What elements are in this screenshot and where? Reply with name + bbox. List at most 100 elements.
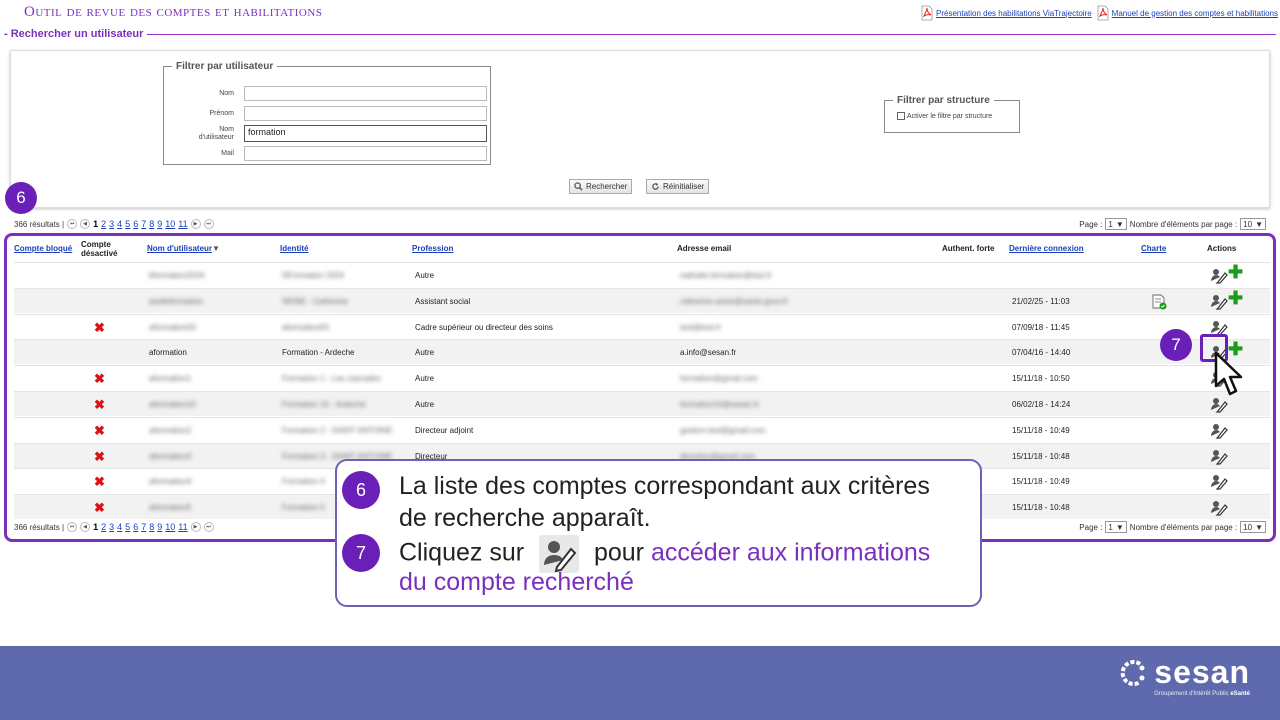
page-number-link[interactable]: 11 <box>178 219 187 229</box>
nom-row: Nom <box>174 86 487 101</box>
sesan-logo-icon <box>1120 659 1145 686</box>
step-6-callout-badge: 6 <box>342 471 380 509</box>
section-title[interactable]: - Rechercher un utilisateur <box>4 28 148 40</box>
cell-username: aformation1 <box>149 374 192 384</box>
step-7-badge: 7 <box>1160 329 1192 361</box>
page-number-link[interactable]: 6 <box>133 219 138 229</box>
first-page-icon[interactable]: ⏮ <box>67 522 78 532</box>
page-number-link[interactable]: 11 <box>178 522 187 532</box>
cell-identite: NFormation 2024 <box>282 271 344 280</box>
page-number-link[interactable]: 7 <box>141 522 146 532</box>
page-number-link[interactable]: 7 <box>141 219 146 229</box>
add-habilitation-icon[interactable]: ✚ <box>1228 289 1243 307</box>
per-page-select-value: 10 <box>1243 219 1253 229</box>
col-compte-desactive-line1: Compte <box>81 240 111 249</box>
edit-user-icon[interactable] <box>1210 472 1228 492</box>
logo-sub-b: eSanté <box>1230 691 1250 697</box>
page-number-link[interactable]: 3 <box>109 219 114 229</box>
struct-filter-legend: Filtrer par structure <box>897 95 990 106</box>
page-number-link[interactable]: 8 <box>149 219 154 229</box>
cell-username: aformation5 <box>149 503 192 513</box>
last-page-icon[interactable]: ⏭ <box>203 219 214 229</box>
cell-identite: Formation 4 <box>282 477 325 487</box>
edit-user-icon[interactable] <box>1210 292 1228 312</box>
doc-link-presentation[interactable]: Présentation des habilitations ViaTrajec… <box>920 5 1092 21</box>
add-habilitation-icon[interactable]: ✚ <box>1228 263 1243 281</box>
mail-input[interactable] <box>244 146 487 161</box>
prenom-row: Prénom <box>174 106 487 121</box>
cell-profession: Cadre supérieur ou directeur des soins <box>415 322 553 332</box>
page-number-link[interactable]: 1 <box>93 219 98 229</box>
page-number-link[interactable]: 9 <box>157 219 162 229</box>
next-page-icon[interactable]: ▶ <box>190 522 201 532</box>
col-derniere-connexion[interactable]: Dernière connexion <box>1009 244 1084 253</box>
prev-page-icon[interactable]: ◀ <box>80 219 91 229</box>
username-input[interactable]: formation <box>244 125 487 142</box>
mouse-cursor-icon <box>1214 351 1243 396</box>
per-page-select[interactable]: 10 ▼ <box>1240 521 1266 533</box>
per-page-select[interactable]: 10 ▼ <box>1240 218 1266 230</box>
col-actions: Actions <box>1207 244 1237 253</box>
edit-user-icon[interactable] <box>1210 266 1228 286</box>
page-number-link[interactable]: 4 <box>117 219 122 229</box>
page-number-link[interactable]: 8 <box>149 522 154 532</box>
page-number-link[interactable]: 2 <box>101 219 106 229</box>
disabled-x-icon: ✖ <box>94 422 105 438</box>
struct-filter-checkbox-row[interactable]: Activer le filtre par structure <box>897 112 1019 120</box>
disabled-x-icon: ✖ <box>94 319 105 335</box>
pager-top: 366 résultats | ⏮ ◀ 1 2 3 4 5 6 7 8 9 10 11 ▶ ⏭ <box>14 219 214 229</box>
page-number-link[interactable]: 6 <box>133 522 138 532</box>
cell-identite: Formation 1 - Les cascades <box>282 374 381 384</box>
last-page-icon[interactable]: ⏭ <box>203 522 214 532</box>
page-number-link[interactable]: 9 <box>157 522 162 532</box>
page-number-link[interactable]: 10 <box>165 522 175 532</box>
col-nom-utilisateur[interactable]: Nom d'utilisateur ▼ <box>147 244 220 253</box>
page-label: Page : <box>1079 522 1103 532</box>
page-number-link[interactable]: 5 <box>125 522 130 532</box>
cell-username: aformation4 <box>149 477 192 487</box>
edit-user-icon[interactable] <box>1210 498 1228 518</box>
page-number-link[interactable]: 2 <box>101 522 106 532</box>
col-charte[interactable]: Charte <box>1141 244 1166 253</box>
search-button[interactable]: Rechercher <box>569 179 633 194</box>
col-profession[interactable]: Profession <box>412 244 453 253</box>
prenom-input[interactable] <box>244 106 487 121</box>
disabled-x-icon: ✖ <box>94 448 105 464</box>
cell-derniere-connexion: 15/11/18 - 10:49 <box>1012 425 1070 435</box>
reset-button-label: Réinitialiser <box>663 182 705 191</box>
page-number-link[interactable]: 3 <box>109 522 114 532</box>
next-page-icon[interactable]: ▶ <box>190 219 201 229</box>
page-select[interactable]: 1 ▼ <box>1105 218 1127 230</box>
charte-signed-icon[interactable] <box>1151 294 1167 312</box>
page-select-value: 1 <box>1108 522 1113 532</box>
cell-username: aformation2 <box>149 425 192 435</box>
page-label: Page : <box>1079 219 1103 229</box>
page-number-link[interactable]: 4 <box>117 522 122 532</box>
prev-page-icon[interactable]: ◀ <box>80 522 91 532</box>
cell-identite: Formation 10 - Ardeche <box>282 400 366 409</box>
logo-sub-a: Groupement d'Intérêt Public <box>1154 691 1229 697</box>
cell-identite: SEINE - Catherine <box>282 296 348 306</box>
col-identite[interactable]: Identité <box>280 244 308 253</box>
prenom-label: Prénom <box>209 109 234 117</box>
instruction-callout: 6 La liste des comptes correspondant aux… <box>335 459 982 607</box>
first-page-icon[interactable]: ⏮ <box>67 219 78 229</box>
table-row: bformation2024 NFormation 2024 Autre nathal… <box>14 262 1270 287</box>
cell-email: test@test.fr <box>680 322 722 332</box>
page-number-link[interactable]: 5 <box>125 219 130 229</box>
struct-filter-checkbox-label: Activer le filtre par structure <box>907 112 993 120</box>
sort-desc-icon: ▼ <box>212 244 220 253</box>
callout-line-3-c: accéder aux informations <box>650 538 931 567</box>
page-select[interactable]: 1 ▼ <box>1105 521 1127 533</box>
page-number-link[interactable]: 10 <box>165 219 175 229</box>
reset-button[interactable]: Réinitialiser <box>646 179 710 194</box>
col-compte-bloque[interactable]: Compte bloqué <box>14 244 72 253</box>
doc-link-manual[interactable]: Manuel de gestion des comptes et habilit… <box>1096 5 1278 21</box>
edit-user-icon[interactable] <box>1210 421 1228 441</box>
struct-filter-checkbox[interactable] <box>897 112 905 120</box>
nom-input[interactable] <box>244 86 487 101</box>
edit-user-icon[interactable] <box>1210 447 1228 467</box>
app-title: Outil de revue des comptes et habilitati… <box>24 4 323 20</box>
results-count: 366 résultats | <box>14 522 65 532</box>
page-number-link[interactable]: 1 <box>93 522 98 532</box>
